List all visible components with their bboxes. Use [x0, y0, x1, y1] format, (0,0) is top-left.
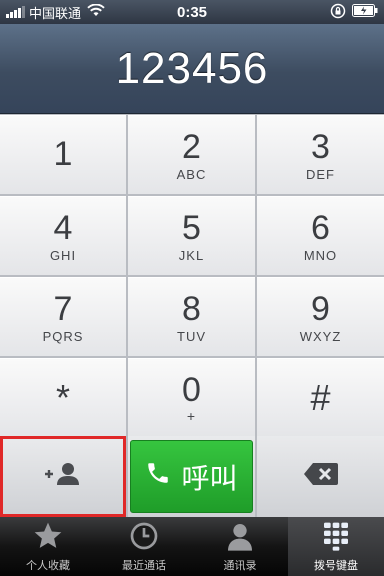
key-6[interactable]: 6 MNO [257, 196, 384, 275]
backspace-icon [303, 462, 339, 491]
key-digit: 3 [311, 127, 330, 166]
tab-label: 最近通话 [122, 560, 166, 572]
call-label: 呼叫 [181, 462, 238, 494]
key-digit: 7 [53, 289, 73, 328]
key-letters: DEF [306, 166, 335, 182]
keypad-icon [319, 520, 353, 557]
key-digit: * [55, 377, 70, 418]
key-digit: 6 [311, 208, 330, 247]
call-button-face: 呼叫 [130, 440, 253, 513]
key-0[interactable]: 0 + [128, 358, 255, 437]
key-8[interactable]: 8 TUV [128, 277, 255, 356]
star-icon [31, 520, 65, 557]
key-letters: PQRS [42, 328, 84, 344]
delete-button[interactable] [257, 436, 384, 517]
key-digit: 4 [53, 208, 73, 247]
tab-recents[interactable]: 最近通话 [96, 517, 192, 576]
key-letters: TUV [177, 328, 206, 344]
key-3[interactable]: 3 DEF [257, 115, 384, 194]
contacts-icon [223, 520, 257, 557]
clock-icon [127, 520, 161, 557]
call-button[interactable]: 呼叫 [128, 436, 255, 517]
status-bar: 中国联通 0:35 [0, 0, 384, 24]
add-contact-button[interactable] [0, 436, 126, 517]
tab-contacts[interactable]: 通讯录 [192, 517, 288, 576]
key-digit: 9 [311, 289, 330, 328]
phone-icon [145, 460, 171, 493]
key-4[interactable]: 4 GHI [0, 196, 126, 275]
tab-keypad[interactable]: 拨号键盘 [288, 517, 384, 576]
key-letters: WXYZ [299, 328, 342, 344]
dialed-number-display: 123456 [0, 24, 384, 114]
key-letters: JKL [178, 247, 205, 263]
key-digit: 1 [53, 135, 73, 173]
key-digit: 2 [182, 127, 201, 166]
battery-icon [352, 4, 378, 20]
tab-bar: 个人收藏 最近通话 通讯录 拨号键盘 [0, 517, 384, 576]
signal-icon [6, 6, 25, 18]
key-star[interactable]: * [0, 358, 126, 437]
key-digit: 8 [182, 289, 201, 328]
action-row: 呼叫 [0, 436, 384, 517]
key-digit: 5 [182, 208, 201, 247]
key-7[interactable]: 7 PQRS [0, 277, 126, 356]
key-letters: ABC [176, 166, 207, 182]
tab-label: 拨号键盘 [314, 560, 358, 572]
tab-label: 个人收藏 [26, 560, 70, 572]
key-digit: # [310, 377, 331, 418]
key-5[interactable]: 5 JKL [128, 196, 255, 275]
key-letters: GHI [49, 247, 77, 263]
wifi-icon [87, 3, 105, 20]
rotation-lock-icon [330, 3, 346, 22]
key-9[interactable]: 9 WXYZ [257, 277, 384, 356]
key-letters: + [186, 408, 197, 424]
tab-favorites[interactable]: 个人收藏 [0, 517, 96, 576]
keypad: 1 2 ABC 3 DEF 4 GHI 5 JKL 6 MNO 7 PQRS 8… [0, 114, 384, 437]
key-digit: 0 [182, 371, 201, 409]
add-contact-icon [43, 461, 83, 492]
key-2[interactable]: 2 ABC [128, 115, 255, 194]
key-hash[interactable]: # [257, 358, 384, 437]
carrier-name: 中国联通 [29, 5, 82, 21]
key-1[interactable]: 1 [0, 115, 126, 194]
key-letters: MNO [303, 247, 338, 263]
tab-label: 通讯录 [223, 560, 257, 572]
